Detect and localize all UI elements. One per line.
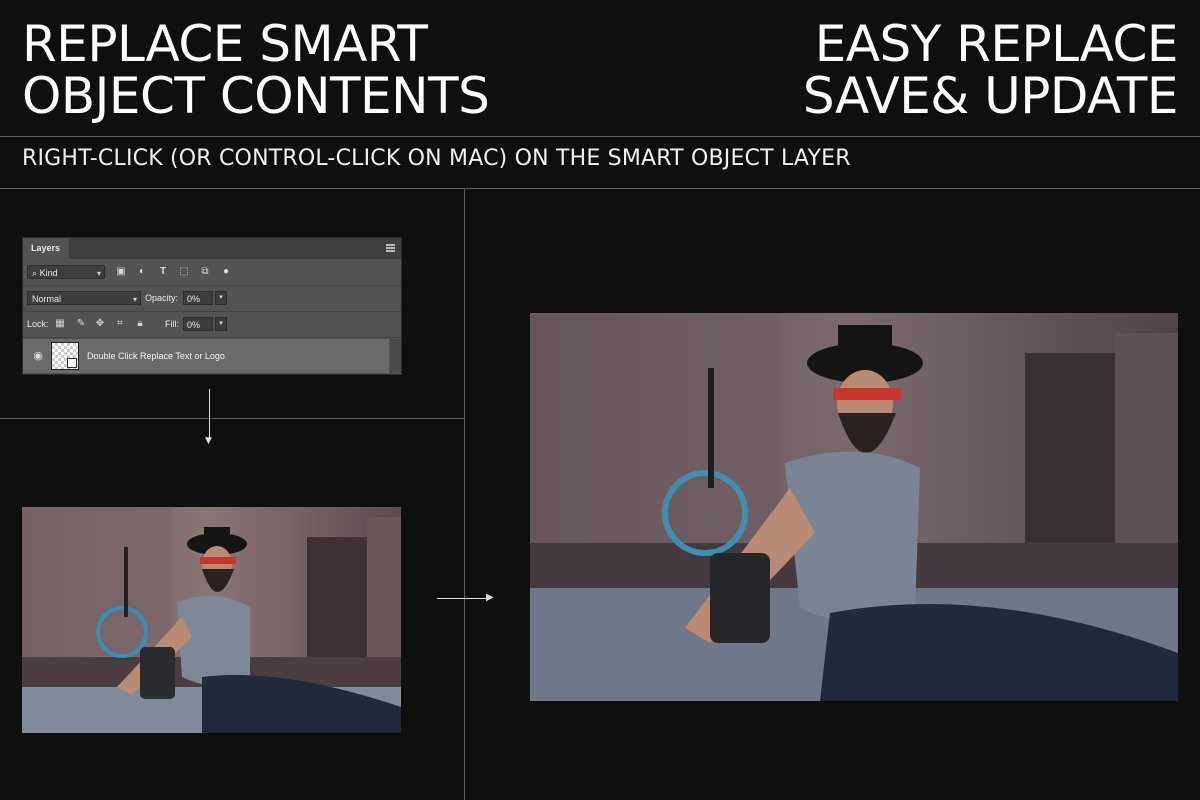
fill-field[interactable]: 0%	[183, 317, 213, 331]
opacity-label: Opacity:	[145, 293, 179, 303]
photo-illustration-large	[530, 313, 1178, 701]
headline-right: EASY REPLACE SAVE& UPDATE	[802, 15, 1179, 125]
image-icon[interactable]: ▣	[115, 266, 127, 278]
fill-label: Fill:	[165, 319, 179, 329]
headline-right-line1: EASY REPLACE	[814, 15, 1179, 73]
fill-dropdown-icon[interactable]: ▾	[215, 317, 227, 331]
photo-preview-large	[530, 313, 1178, 701]
filter-kind-label: Kind	[39, 268, 58, 278]
type-icon[interactable]: T	[157, 266, 169, 278]
headline-left-line1: REPLACE SMART	[22, 15, 428, 73]
arrow-down-line	[209, 389, 210, 441]
chevron-down-icon: ▾	[96, 269, 101, 278]
divider-top	[0, 136, 1200, 137]
lock-all-icon[interactable]: 🔒︎	[134, 318, 146, 330]
chevron-down-icon: ▾	[132, 295, 137, 304]
subtitle: RIGHT-CLICK (OR CONTROL-CLICK ON MAC) ON…	[22, 146, 851, 171]
lock-label: Lock:	[27, 319, 49, 329]
eye-icon[interactable]: ◉	[32, 350, 44, 362]
shape-icon[interactable]: ⬚	[178, 266, 190, 278]
photo-preview-small	[22, 507, 401, 733]
adjustment-icon[interactable]: ◐	[136, 266, 148, 278]
smart-object-badge-icon	[67, 358, 77, 368]
panel-menu-icon[interactable]	[386, 244, 395, 252]
panel-scrollbar[interactable]	[390, 339, 401, 373]
opacity-field[interactable]: 0%	[183, 291, 213, 305]
blend-mode-select[interactable]: Normal ▾	[27, 291, 141, 305]
arrow-right-icon: ▶	[486, 592, 494, 603]
layers-panel: Layers ⌕ Kind ▾ ▣ ◐ T ⬚ ⧉ ● Normal ▾ Opa…	[22, 237, 402, 375]
blend-row: Normal ▾ Opacity: 0% ▾	[23, 286, 401, 312]
headline-left: REPLACE SMART OBJECT CONTENTS	[22, 15, 490, 125]
divider-left-middle	[0, 418, 464, 419]
lock-row: Lock: ▦ ✎ ✥ ⌗ 🔒︎ Fill: 0% ▾	[23, 312, 401, 338]
lock-position-icon[interactable]: ✥	[94, 318, 106, 330]
layer-item-smart-object[interactable]: ◉ Double Click Replace Text or Logo	[23, 339, 389, 373]
tab-layers[interactable]: Layers	[23, 238, 69, 259]
opacity-dropdown-icon[interactable]: ▾	[215, 291, 227, 305]
lock-artboard-icon[interactable]: ⌗	[114, 318, 126, 330]
panel-tabbar: Layers	[23, 238, 401, 259]
layer-name: Double Click Replace Text or Logo	[87, 351, 225, 361]
lock-pixels-icon[interactable]: ✎	[75, 318, 87, 330]
arrow-down-icon: ▼	[205, 436, 212, 446]
smart-object-icon[interactable]: ⧉	[199, 266, 211, 278]
filter-toggle-icon[interactable]: ●	[220, 266, 232, 278]
headline-left-line2: OBJECT CONTENTS	[22, 67, 490, 125]
blend-mode-value: Normal	[32, 294, 62, 304]
filter-kind-select[interactable]: ⌕ Kind ▾	[27, 265, 105, 279]
headline-right-line2: SAVE& UPDATE	[802, 67, 1179, 125]
filter-row: ⌕ Kind ▾ ▣ ◐ T ⬚ ⧉ ●	[23, 260, 401, 286]
arrow-right-line	[437, 598, 491, 599]
photo-illustration-small	[22, 507, 401, 733]
lock-transparent-icon[interactable]: ▦	[54, 318, 66, 330]
layer-thumbnail[interactable]	[51, 342, 79, 370]
divider-subtitle	[0, 188, 1200, 189]
divider-vertical	[464, 189, 465, 800]
search-icon: ⌕	[32, 268, 38, 278]
